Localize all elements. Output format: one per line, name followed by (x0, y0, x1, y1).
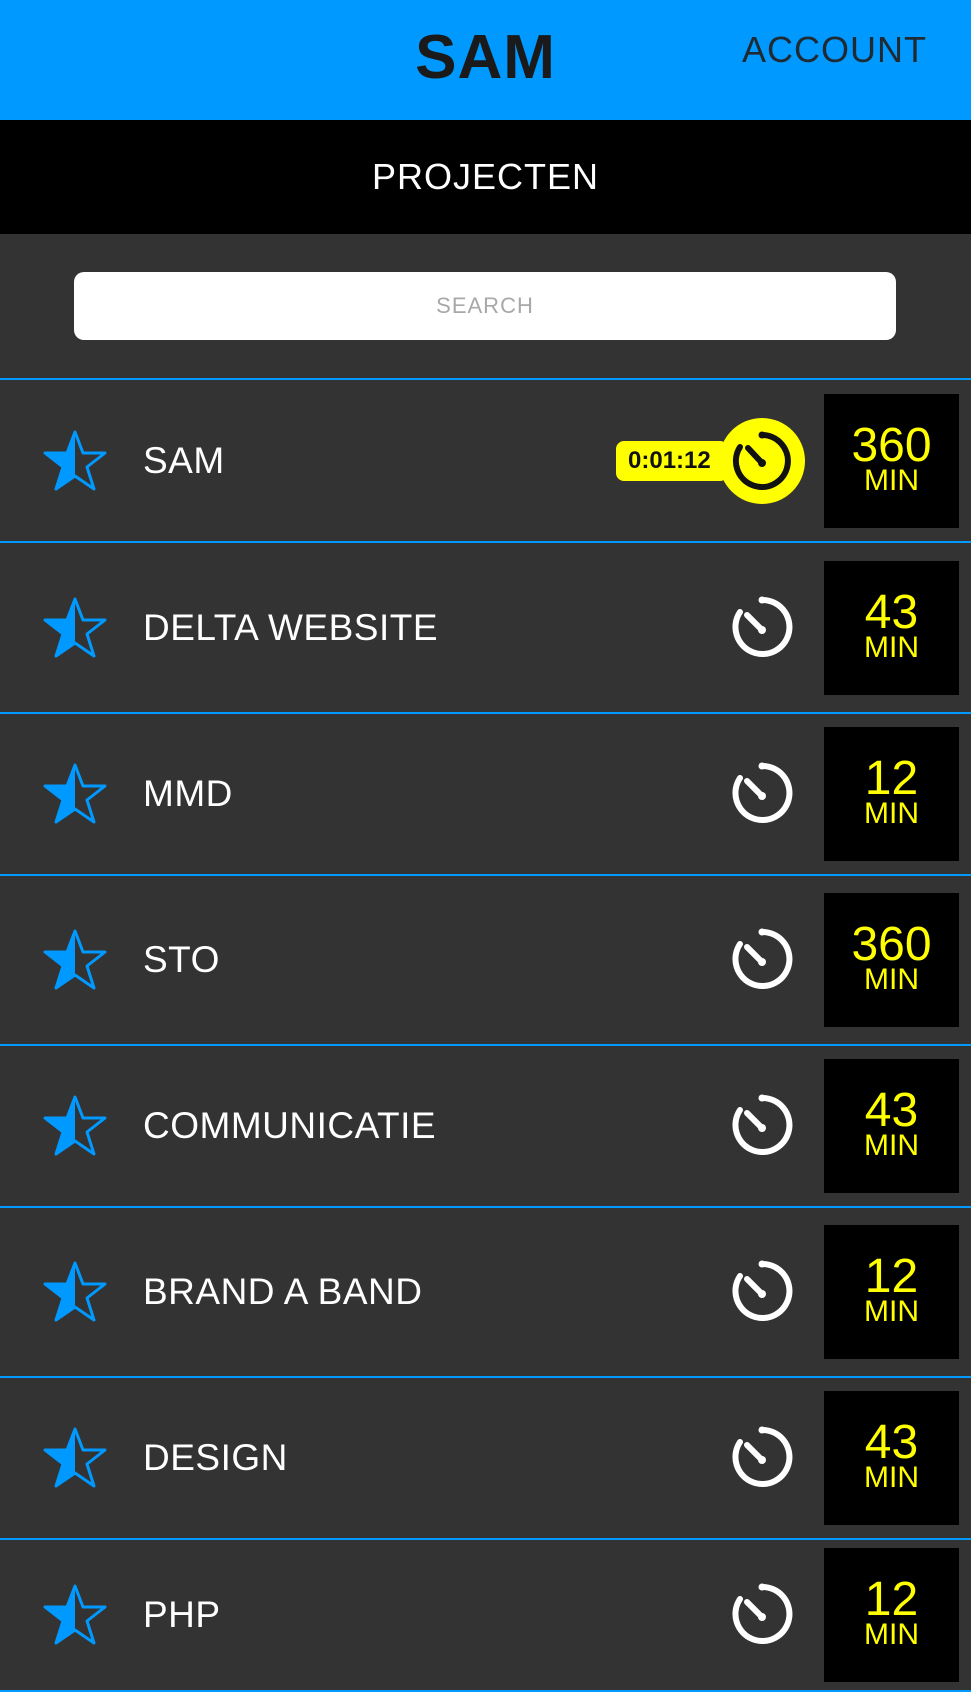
stopwatch-icon[interactable] (726, 1090, 798, 1162)
minutes-value: 360 (851, 918, 932, 971)
minutes-value: 43 (864, 1416, 919, 1469)
minutes-value: 12 (864, 752, 919, 805)
project-name: BRAND A BAND (143, 1271, 423, 1312)
minutes-value: 12 (864, 1573, 919, 1626)
project-row[interactable]: DESIGN 43 MIN (0, 1378, 971, 1540)
search-input[interactable] (74, 272, 896, 340)
project-row[interactable]: COMMUNICATIE 43 MIN (0, 1046, 971, 1208)
project-name: STO (143, 939, 220, 980)
minutes-unit: MIN (864, 1295, 919, 1328)
stopwatch-icon[interactable] (726, 1579, 798, 1651)
app-header: SAM ACCOUNT (0, 0, 971, 120)
minutes-box: 360 MIN (824, 893, 959, 1027)
star-icon[interactable] (42, 429, 108, 493)
minutes-box: 43 MIN (824, 1391, 959, 1525)
minutes-unit: MIN (864, 1129, 919, 1162)
project-list: SAM 0:01:12 360 MIN DELTA WEBSITE 43 MIN MMD 12 M… (0, 378, 971, 1692)
stopwatch-icon[interactable] (726, 924, 798, 996)
search-box (74, 272, 896, 340)
elapsed-time-badge: 0:01:12 (616, 440, 728, 481)
star-icon[interactable] (42, 1094, 108, 1158)
minutes-unit: MIN (864, 963, 919, 996)
project-row[interactable]: SAM 0:01:12 360 MIN (0, 378, 971, 543)
minutes-value: 12 (864, 1250, 919, 1303)
star-icon[interactable] (42, 1260, 108, 1324)
project-row[interactable]: DELTA WEBSITE 43 MIN (0, 543, 971, 714)
project-row[interactable]: MMD 12 MIN (0, 714, 971, 876)
minutes-unit: MIN (864, 1461, 919, 1494)
project-row[interactable]: BRAND A BAND 12 MIN (0, 1208, 971, 1378)
star-icon[interactable] (42, 928, 108, 992)
section-title: PROJECTEN (371, 156, 600, 197)
star-icon[interactable] (42, 1583, 108, 1647)
project-name: DESIGN (143, 1437, 288, 1478)
minutes-unit: MIN (864, 630, 919, 664)
stopwatch-icon[interactable] (718, 417, 806, 505)
minutes-box: 12 MIN (824, 1548, 959, 1682)
stopwatch-icon[interactable] (726, 1422, 798, 1494)
minutes-box: 43 MIN (824, 560, 959, 695)
minutes-unit: MIN (864, 797, 919, 830)
stopwatch-icon[interactable] (726, 758, 798, 830)
account-link[interactable]: ACCOUNT (742, 26, 927, 74)
star-icon[interactable] (42, 762, 108, 826)
minutes-value: 43 (864, 585, 919, 639)
minutes-box: 12 MIN (824, 727, 959, 861)
minutes-box: 43 MIN (824, 1059, 959, 1193)
minutes-value: 43 (864, 1084, 919, 1137)
star-icon[interactable] (42, 596, 108, 660)
minutes-value: 360 (851, 418, 932, 472)
project-name: COMMUNICATIE (143, 1105, 437, 1146)
project-row[interactable]: STO 360 MIN (0, 876, 971, 1046)
project-name: PHP (143, 1594, 221, 1635)
minutes-unit: MIN (864, 463, 919, 497)
project-name: MMD (143, 773, 233, 814)
minutes-box: 12 MIN (824, 1225, 959, 1359)
section-bar: PROJECTEN (0, 120, 971, 234)
star-icon[interactable] (42, 1426, 108, 1490)
project-row[interactable]: PHP 12 MIN (0, 1540, 971, 1692)
minutes-unit: MIN (864, 1618, 919, 1651)
stopwatch-icon[interactable] (726, 1256, 798, 1328)
project-name: DELTA WEBSITE (143, 606, 439, 648)
minutes-box: 360 MIN (824, 393, 959, 528)
project-name: SAM (143, 439, 225, 481)
stopwatch-icon[interactable] (726, 592, 798, 664)
